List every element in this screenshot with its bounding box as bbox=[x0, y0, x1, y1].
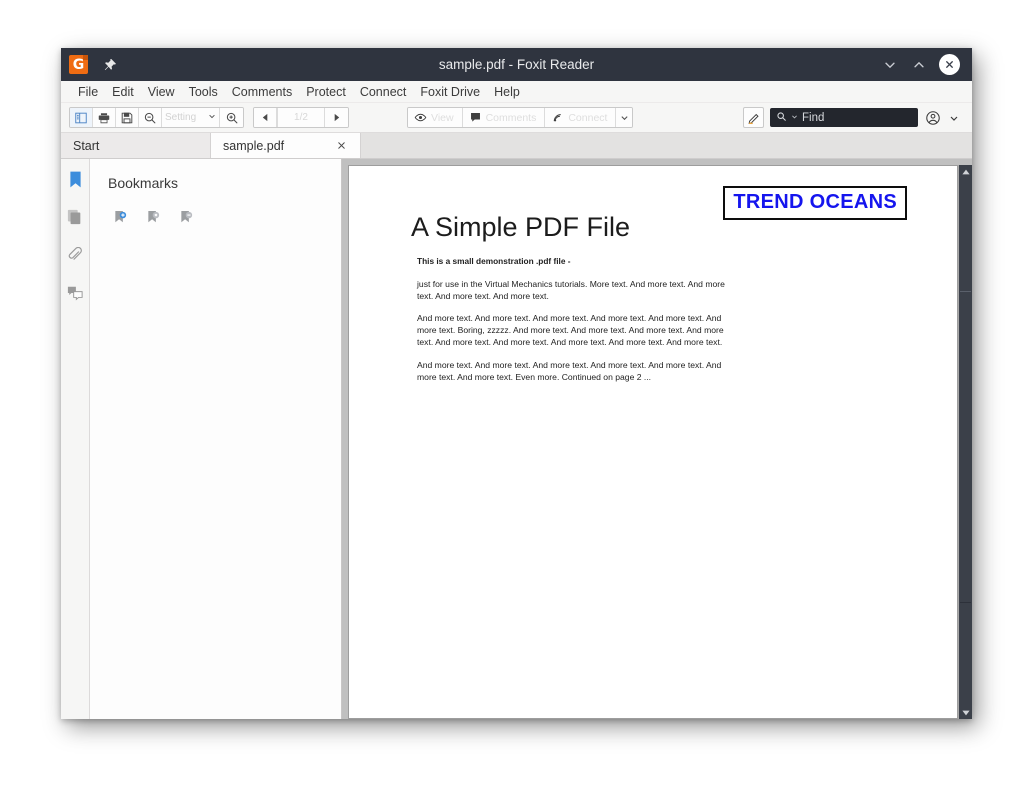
window-title: sample.pdf - Foxit Reader bbox=[438, 57, 595, 72]
mode-button-view[interactable]: View bbox=[408, 108, 463, 127]
minimize-button[interactable] bbox=[881, 56, 898, 73]
foxit-logo-icon: G bbox=[69, 55, 88, 74]
comment-bubble-icon bbox=[469, 111, 482, 124]
maximize-button[interactable] bbox=[910, 56, 927, 73]
tab-start-label: Start bbox=[73, 138, 100, 153]
main-toolbar: Setting 1/2 View Comments Connect Find bbox=[61, 103, 972, 133]
logo-corner-fold bbox=[83, 55, 88, 60]
search-input[interactable]: Find bbox=[770, 108, 918, 127]
bookmarks-panel-title: Bookmarks bbox=[108, 175, 179, 191]
pdf-paragraph-3: And more text. And more text. And more t… bbox=[417, 313, 724, 347]
printer-icon[interactable] bbox=[93, 108, 116, 127]
trend-oceans-badge: TREND OCEANS bbox=[723, 186, 907, 220]
bookmarks-actions bbox=[108, 209, 341, 226]
menu-bar: File Edit View Tools Comments Protect Co… bbox=[61, 81, 972, 103]
mode-button-connect[interactable]: Connect bbox=[545, 108, 617, 127]
navigation-rail bbox=[61, 159, 90, 719]
chevron-down-icon bbox=[208, 112, 216, 123]
trend-oceans-badge-text: TREND OCEANS bbox=[733, 191, 897, 213]
mode-button-comments[interactable]: Comments bbox=[462, 108, 546, 127]
pdf-page: TREND OCEANS A Simple PDF File This is a… bbox=[348, 165, 958, 719]
toolbar-find-area: Find bbox=[743, 107, 964, 128]
eye-icon bbox=[414, 111, 427, 124]
document-tab-bar: Start sample.pdf bbox=[61, 133, 972, 158]
toolbar-group-modes: View Comments Connect bbox=[407, 107, 634, 128]
pdf-document-title: A Simple PDF File bbox=[411, 212, 631, 242]
bookmark-collapse-icon[interactable] bbox=[178, 209, 195, 226]
menu-item-protect[interactable]: Protect bbox=[299, 82, 353, 102]
triangle-left-icon[interactable] bbox=[254, 108, 277, 127]
menu-item-connect[interactable]: Connect bbox=[353, 82, 414, 102]
title-bar: G sample.pdf - Foxit Reader bbox=[61, 48, 972, 81]
scrollbar-track[interactable] bbox=[959, 178, 972, 706]
search-input-value: Find bbox=[802, 111, 825, 124]
document-viewer: TREND OCEANS A Simple PDF File This is a… bbox=[342, 159, 972, 719]
mode-button-comments-label: Comments bbox=[485, 111, 537, 124]
triangle-up-icon[interactable] bbox=[959, 165, 972, 178]
chevron-down-icon[interactable] bbox=[791, 113, 798, 122]
highlighter-pen-icon[interactable] bbox=[743, 107, 764, 128]
close-icon[interactable] bbox=[335, 139, 348, 152]
bookmark-delete-icon[interactable] bbox=[145, 209, 162, 226]
menu-item-foxit-drive[interactable]: Foxit Drive bbox=[413, 82, 487, 102]
comments-list-icon[interactable] bbox=[65, 283, 85, 303]
tab-sample-pdf-label: sample.pdf bbox=[223, 138, 285, 153]
mode-button-connect-label: Connect bbox=[568, 111, 608, 124]
chevron-down-icon[interactable] bbox=[948, 109, 960, 127]
page-thumbnails-icon[interactable] bbox=[65, 207, 85, 227]
bookmarks-panel: Bookmarks bbox=[90, 159, 342, 719]
bookmark-add-icon[interactable] bbox=[112, 209, 129, 226]
close-button[interactable] bbox=[939, 54, 960, 75]
pdf-paragraph-2: just for use in the Virtual Mechanics tu… bbox=[417, 278, 725, 301]
pdf-body-text: This is a small demonstration .pdf file … bbox=[417, 256, 739, 394]
paperclip-icon[interactable] bbox=[65, 245, 85, 265]
window-controls bbox=[881, 54, 972, 75]
zoom-level-value: Setting bbox=[165, 112, 197, 123]
mode-button-view-label: View bbox=[431, 111, 454, 124]
zoom-level-combo[interactable]: Setting bbox=[162, 108, 220, 127]
toolbar-group-pagenav: 1/2 bbox=[253, 107, 349, 128]
zoom-out-icon[interactable] bbox=[139, 108, 162, 127]
menu-item-file[interactable]: File bbox=[71, 82, 105, 102]
menu-item-comments[interactable]: Comments bbox=[225, 82, 299, 102]
chevron-down-icon[interactable] bbox=[616, 108, 633, 127]
connect-signal-icon bbox=[551, 111, 564, 124]
menu-item-help[interactable]: Help bbox=[487, 82, 527, 102]
tab-sample-pdf[interactable]: sample.pdf bbox=[211, 133, 361, 158]
main-body: Bookmarks TREND OCEANS A Simple PDF File… bbox=[61, 158, 972, 719]
zoom-in-icon[interactable] bbox=[220, 108, 243, 127]
foxit-reader-window: G sample.pdf - Foxit Reader File Edit Vi… bbox=[61, 48, 972, 719]
bookmark-icon[interactable] bbox=[65, 169, 85, 189]
save-floppy-icon[interactable] bbox=[116, 108, 139, 127]
search-icon bbox=[776, 109, 787, 127]
pdf-paragraph-4: And more text. And more text. And more t… bbox=[417, 359, 722, 382]
sidebar-panel-icon[interactable] bbox=[70, 108, 93, 127]
scrollbar-thumb[interactable] bbox=[960, 291, 971, 603]
menu-item-tools[interactable]: Tools bbox=[182, 82, 225, 102]
tab-start[interactable]: Start bbox=[61, 133, 211, 158]
triangle-right-icon[interactable] bbox=[325, 108, 348, 127]
vertical-scrollbar[interactable] bbox=[958, 165, 972, 719]
pdf-paragraph-1: This is a small demonstration .pdf file … bbox=[417, 256, 571, 266]
menu-item-edit[interactable]: Edit bbox=[105, 82, 141, 102]
toolbar-group-file: Setting bbox=[69, 107, 244, 128]
page-indicator[interactable]: 1/2 bbox=[277, 108, 325, 127]
account-circle-icon[interactable] bbox=[924, 109, 942, 127]
pushpin-icon[interactable] bbox=[102, 57, 118, 73]
triangle-down-icon[interactable] bbox=[959, 706, 972, 719]
menu-item-view[interactable]: View bbox=[141, 82, 182, 102]
